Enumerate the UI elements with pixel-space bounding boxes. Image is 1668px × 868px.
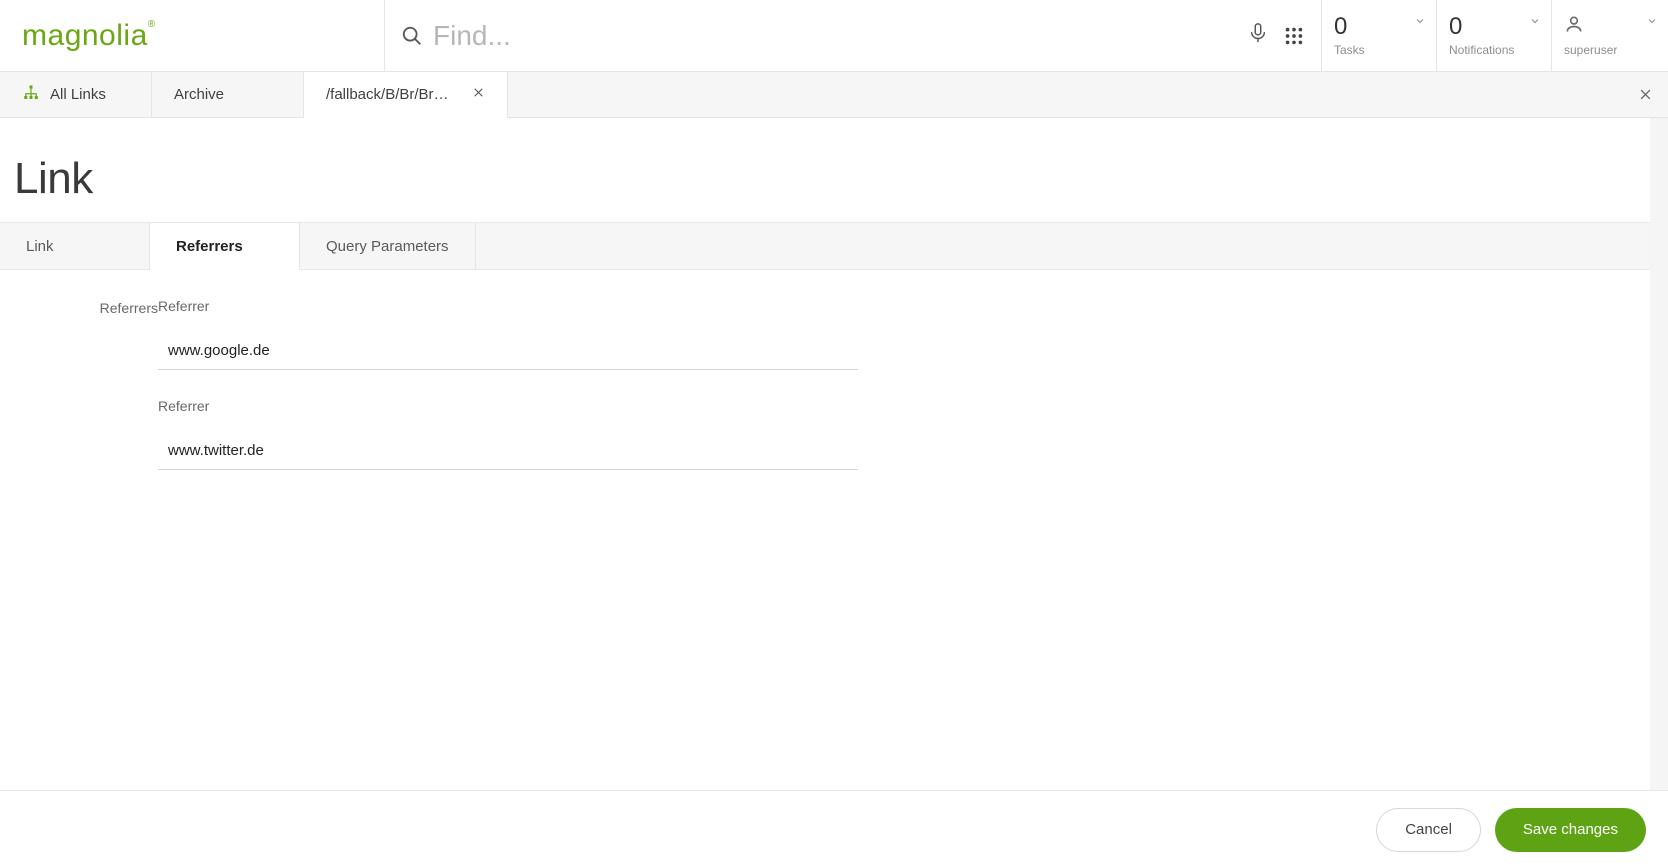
form-tabs: Link Referrers Query Parameters xyxy=(0,222,1650,270)
logo-text: magnolia® xyxy=(22,19,156,53)
form-tab-link[interactable]: Link xyxy=(0,223,150,269)
user-icon xyxy=(1564,14,1656,39)
referrer-field-0: Referrer xyxy=(158,298,858,370)
tab-current-item[interactable]: /fallback/B/Br/Brok… xyxy=(304,72,508,118)
tab-all-links-label: All Links xyxy=(50,86,106,103)
chevron-down-icon xyxy=(1646,14,1658,32)
form-tab-referrers[interactable]: Referrers xyxy=(150,222,300,270)
notifications-count: 0 xyxy=(1449,15,1539,39)
tab-all-links[interactable]: All Links xyxy=(0,72,152,117)
close-icon[interactable] xyxy=(472,86,485,103)
tab-spacer xyxy=(508,72,1622,117)
chevron-down-icon xyxy=(1529,14,1541,32)
notifications-dropdown[interactable]: 0 Notifications xyxy=(1437,0,1552,71)
user-menu[interactable]: superuser xyxy=(1552,0,1668,71)
page-title: Link xyxy=(14,154,1650,204)
form-area: Referrers Referrer Referrer xyxy=(0,270,1650,790)
referrers-group: Referrers Referrer Referrer xyxy=(158,298,1630,498)
save-button-label: Save changes xyxy=(1523,821,1618,838)
referrers-group-label: Referrers xyxy=(86,298,158,498)
tasks-dropdown[interactable]: 0 Tasks xyxy=(1322,0,1437,71)
referrer-input[interactable] xyxy=(158,434,858,470)
hierarchy-icon xyxy=(22,84,40,106)
apps-grid-icon[interactable] xyxy=(1283,25,1305,47)
tab-archive[interactable]: Archive xyxy=(152,72,304,117)
referrer-input[interactable] xyxy=(158,334,858,370)
form-tab-referrers-label: Referrers xyxy=(176,238,243,255)
cancel-button-label: Cancel xyxy=(1405,821,1452,838)
form-tab-query-parameters-label: Query Parameters xyxy=(326,238,449,255)
editor-main: Link Link Referrers Query Parameters Ref… xyxy=(0,118,1668,790)
tab-archive-label: Archive xyxy=(174,86,224,103)
save-button[interactable]: Save changes xyxy=(1495,808,1646,852)
referrers-fields: Referrer Referrer xyxy=(158,298,858,498)
page-title-wrap: Link xyxy=(0,118,1650,222)
search-bar[interactable] xyxy=(384,0,1322,71)
cancel-button[interactable]: Cancel xyxy=(1376,808,1481,852)
footer: Cancel Save changes xyxy=(0,790,1668,868)
referrer-field-1: Referrer xyxy=(158,398,858,470)
referrer-label: Referrer xyxy=(158,398,858,414)
user-name: superuser xyxy=(1564,43,1656,57)
form-tab-query-parameters[interactable]: Query Parameters xyxy=(300,223,476,269)
editor: Link Link Referrers Query Parameters Ref… xyxy=(0,118,1668,868)
chevron-down-icon xyxy=(1414,14,1426,32)
microphone-icon[interactable] xyxy=(1247,22,1269,50)
topbar: magnolia® 0 Tasks 0 Notifi xyxy=(0,0,1668,72)
app-tabs: All Links Archive /fallback/B/Br/Brok… xyxy=(0,72,1668,118)
search-input[interactable] xyxy=(433,20,1239,52)
notifications-label: Notifications xyxy=(1449,43,1539,57)
logo[interactable]: magnolia® xyxy=(0,0,384,71)
tasks-count: 0 xyxy=(1334,15,1424,39)
search-icon xyxy=(401,25,423,47)
form-tab-link-label: Link xyxy=(26,238,54,255)
close-app-button[interactable] xyxy=(1622,72,1668,117)
referrer-label: Referrer xyxy=(158,298,858,314)
tasks-label: Tasks xyxy=(1334,43,1424,57)
tab-current-item-label: /fallback/B/Br/Brok… xyxy=(326,86,456,103)
